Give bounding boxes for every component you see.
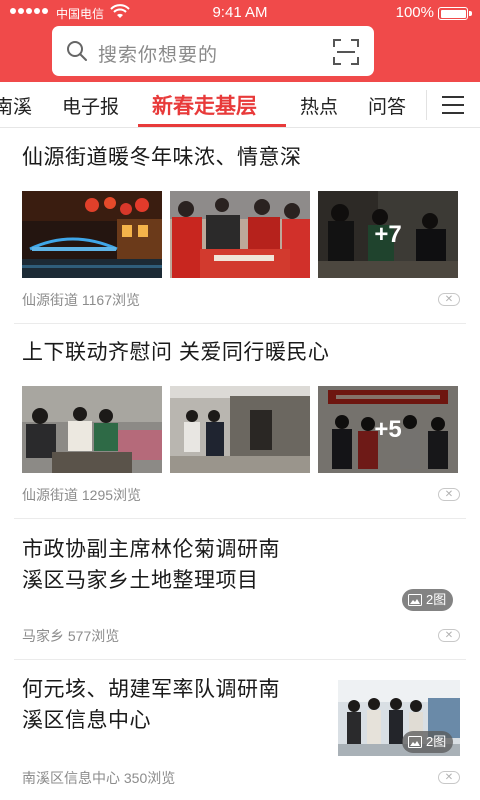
news-meta: 仙源街道 1295浏览 (22, 487, 142, 503)
search-placeholder[interactable]: 搜索你想要的 (98, 40, 218, 67)
image-icon (408, 736, 422, 748)
tab-nanxi[interactable]: 南溪 (0, 92, 32, 119)
news-thumbnail[interactable] (170, 386, 310, 473)
tab-spring-grassroots[interactable]: 新春走基层 (152, 90, 257, 120)
news-title-line-1[interactable]: 市政协副主席林伦菊调研南 (22, 534, 280, 565)
status-bar: 中国电信 9:41 AM 100% (0, 0, 480, 26)
news-thumbnail[interactable]: +5 (318, 386, 458, 473)
village-house-visit-photo (170, 386, 310, 473)
tab-e-paper[interactable]: 电子报 (62, 92, 119, 119)
news-meta: 马家乡 577浏览 (22, 628, 120, 644)
more-photos-count: +7 (318, 191, 458, 278)
dismiss-icon[interactable]: ✕ (438, 771, 460, 784)
search-bar[interactable]: 搜索你想要的 (52, 26, 374, 76)
app-header: 中国电信 9:41 AM 100% 搜索你想要的 (0, 0, 480, 82)
search-icon (67, 41, 87, 61)
night-street-photo (22, 191, 162, 278)
news-thumbnail[interactable] (22, 386, 162, 473)
divider (14, 659, 466, 660)
tab-qa[interactable]: 问答 (368, 92, 406, 119)
image-icon (408, 594, 422, 606)
picture-count-badge: 2图 (402, 731, 454, 753)
tab-divider (426, 90, 427, 120)
dismiss-icon[interactable]: ✕ (438, 488, 460, 501)
news-title-line-1[interactable]: 何元垓、胡建军率队调研南 (22, 674, 280, 705)
battery-percentage: 100% (395, 4, 434, 21)
divider (14, 323, 466, 324)
dismiss-icon[interactable]: ✕ (438, 629, 460, 642)
scan-icon[interactable] (332, 38, 360, 66)
active-tab-indicator (138, 124, 286, 127)
news-title[interactable]: 仙源街道暖冬年味浓、情意深 (22, 142, 302, 173)
divider (14, 518, 466, 519)
news-thumbnail[interactable] (22, 191, 162, 278)
news-meta: 仙源街道 1167浏览 (22, 292, 140, 308)
news-meta: 南溪区信息中心 350浏览 (22, 770, 176, 786)
more-photos-count: +5 (318, 386, 458, 473)
battery-icon (438, 7, 472, 20)
tab-hot[interactable]: 热点 (300, 92, 338, 119)
news-thumbnail[interactable] (170, 191, 310, 278)
picture-count: 2图 (426, 592, 447, 607)
channel-tabs: 南溪 电子报 新春走基层 热点 问答 (0, 82, 480, 128)
news-title[interactable]: 上下联动齐慰问 关爱同行暖民心 (22, 337, 329, 368)
volunteers-writing-couplets-photo (170, 191, 310, 278)
news-thumbnail[interactable]: +7 (318, 191, 458, 278)
picture-count: 2图 (426, 734, 447, 749)
menu-icon[interactable] (442, 96, 464, 114)
picture-count-badge: 2图 (402, 589, 454, 611)
news-title-line-2[interactable]: 溪区信息中心 (22, 705, 151, 736)
dismiss-icon[interactable]: ✕ (438, 293, 460, 306)
news-title-line-2[interactable]: 溪区马家乡土地整理项目 (22, 565, 259, 596)
living-room-visit-photo (22, 386, 162, 473)
